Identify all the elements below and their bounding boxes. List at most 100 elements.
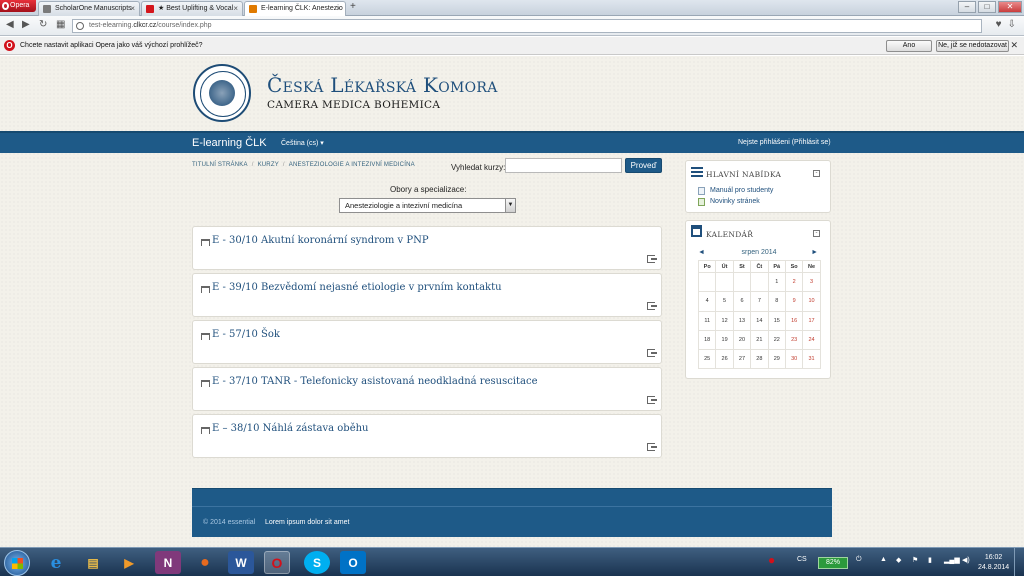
reload-icon[interactable]: ↻ <box>39 19 47 30</box>
enter-course-icon[interactable] <box>647 302 657 310</box>
menu-item-manual[interactable]: Manuál pro studenty <box>698 187 773 195</box>
language-indicator[interactable]: CS <box>797 556 807 563</box>
calendar-day: 6 <box>732 291 752 312</box>
battery-indicator[interactable]: 82% <box>818 557 848 569</box>
skype-icon[interactable]: S <box>304 551 330 574</box>
language-dropdown[interactable]: Čeština (cs) ▾ <box>281 139 324 147</box>
weekday-label: Ne <box>802 260 821 273</box>
word-icon[interactable]: W <box>228 551 254 574</box>
category-select[interactable]: Anesteziologie a intezivní medicína ▼ <box>339 198 516 213</box>
internet-explorer-icon[interactable]: e <box>43 551 69 574</box>
menu-item-news[interactable]: Novinky stránek <box>698 198 760 206</box>
network-icon[interactable]: ◆ <box>896 556 901 564</box>
breadcrumb-courses[interactable]: Kurzy <box>258 162 279 168</box>
tab-elearning[interactable]: E-learning ČLK: Anestezio × <box>244 1 346 17</box>
breadcrumb: Titulní stránka / Kurzy / Anesteziologie… <box>192 162 415 168</box>
tab-scholarone[interactable]: ScholarOne Manuscripts × <box>38 1 140 16</box>
breadcrumb-category[interactable]: Anesteziologie a intezivní medicína <box>289 162 415 168</box>
close-tab-icon[interactable]: × <box>130 2 135 16</box>
collapse-icon[interactable]: - <box>813 230 820 237</box>
volume-icon[interactable]: ◀) <box>962 556 970 564</box>
login-link[interactable]: Nejste přihlášeni (Přihlásit se) <box>738 139 831 146</box>
flag-icon[interactable]: ⚑ <box>912 556 918 564</box>
breadcrumb-home[interactable]: Titulní stránka <box>192 162 248 168</box>
signal-icon[interactable]: ▂▄▆ <box>944 556 960 564</box>
calendar-day <box>750 271 769 293</box>
search-button[interactable]: Proveď <box>625 158 662 173</box>
yes-button[interactable]: Ano <box>886 40 932 52</box>
outlook-icon[interactable]: O <box>340 551 366 574</box>
course-title-link[interactable]: E – 38/10 Náhlá zástava oběhu <box>212 423 369 434</box>
course-title-link[interactable]: E - 57/10 Šok <box>212 329 280 340</box>
course-title-link[interactable]: E - 30/10 Akutní koronární syndrom v PNP <box>212 235 429 246</box>
weekday-label: Pá <box>767 260 786 273</box>
heart-icon[interactable]: ♥ <box>996 19 1002 30</box>
new-tab-icon[interactable]: + <box>350 1 356 12</box>
calendar-day <box>697 271 717 293</box>
collapse-icon[interactable]: - <box>813 170 820 177</box>
opera-logo-icon <box>2 2 9 10</box>
start-button[interactable] <box>4 550 30 576</box>
footer-divider <box>192 506 832 507</box>
close-window-icon[interactable]: ✕ <box>998 1 1022 13</box>
media-player-icon[interactable]: ▶ <box>116 551 142 574</box>
calendar-day: 20 <box>732 329 752 351</box>
opera-tray-icon[interactable]: ● <box>768 553 775 567</box>
firefox-icon[interactable]: ● <box>192 551 218 574</box>
calendar-day-weekend: 23 <box>784 329 804 351</box>
enter-course-icon[interactable] <box>647 443 657 451</box>
enter-course-icon[interactable] <box>647 255 657 263</box>
maximize-icon[interactable]: □ <box>978 1 996 13</box>
show-hidden-icons[interactable]: ▲ <box>880 556 887 563</box>
never-ask-button[interactable]: Ne, již se nedotazovat <box>936 40 1009 52</box>
next-month-icon[interactable]: ► <box>811 249 818 256</box>
course-icon <box>201 286 210 293</box>
enter-course-icon[interactable] <box>647 396 657 404</box>
navbar-brand-link[interactable]: E-learning ČLK <box>192 137 267 149</box>
course-title-link[interactable]: E - 39/10 Bezvědomí nejasné etiologie v … <box>212 282 502 293</box>
site-title[interactable]: Česká Lékařská Komora <box>267 73 498 97</box>
action-center-icon[interactable]: ▮ <box>928 556 932 564</box>
power-icon[interactable]: ⏻ <box>856 556 862 564</box>
breadcrumb-separator: / <box>282 162 285 168</box>
calendar-day: 4 <box>697 291 717 312</box>
calendar-day: 19 <box>715 329 734 351</box>
calendar-day-weekend: 10 <box>802 291 821 312</box>
calendar-day: 15 <box>767 310 786 331</box>
calendar-day: 22 <box>767 329 786 351</box>
speed-dial-icon[interactable]: ▦ <box>56 19 65 30</box>
course-title-link[interactable]: E - 37/10 TANR - Telefonicky asistovaná … <box>212 376 538 387</box>
enter-course-icon[interactable] <box>647 349 657 357</box>
document-icon <box>698 187 705 195</box>
calendar-day: 5 <box>715 291 734 312</box>
calendar-week: 4 5 6 7 8 9 10 <box>697 291 821 312</box>
block-title: Kalendář <box>706 230 754 239</box>
course-box: E - 30/10 Akutní koronární syndrom v PNP <box>192 226 662 270</box>
close-tab-icon[interactable]: × <box>336 2 341 16</box>
calendar-week: 18 19 20 21 22 23 24 <box>697 329 821 351</box>
show-desktop-button[interactable] <box>1014 548 1024 576</box>
file-explorer-icon[interactable]: ▤ <box>80 551 106 574</box>
calendar-day-weekend: 9 <box>784 291 804 312</box>
close-icon[interactable]: ✕ <box>1010 40 1018 51</box>
calendar-day: 26 <box>715 349 734 370</box>
course-icon <box>201 333 210 340</box>
opera-icon[interactable]: O <box>264 551 290 574</box>
minimize-icon[interactable]: – <box>958 1 976 13</box>
download-icon[interactable]: ⇩ <box>1008 19 1016 30</box>
tab-title: E-learning ČLK: Anestezio <box>261 5 343 12</box>
opera-logo-icon: O <box>4 40 15 51</box>
onenote-icon[interactable]: N <box>155 551 181 574</box>
opera-menu-button[interactable]: Opera <box>0 0 36 12</box>
back-icon[interactable]: ◀ <box>6 19 14 30</box>
menu-item-label: Novinky stránek <box>710 198 760 205</box>
url-field[interactable]: test-elearning.clkcr.cz/course/index.php <box>72 19 982 33</box>
system-clock[interactable]: 16:02 24.8.2014 <box>978 553 1009 573</box>
close-tab-icon[interactable]: × <box>233 2 238 16</box>
course-box: E – 38/10 Náhlá zástava oběhu <box>192 414 662 458</box>
window-controls: – □ ✕ <box>958 1 1022 13</box>
page-favicon-icon <box>249 5 257 13</box>
search-courses-input[interactable] <box>505 158 622 173</box>
forward-icon[interactable]: ▶ <box>22 19 30 30</box>
tab-youtube[interactable]: ★ Best Uplifting & Vocal × <box>141 1 243 16</box>
